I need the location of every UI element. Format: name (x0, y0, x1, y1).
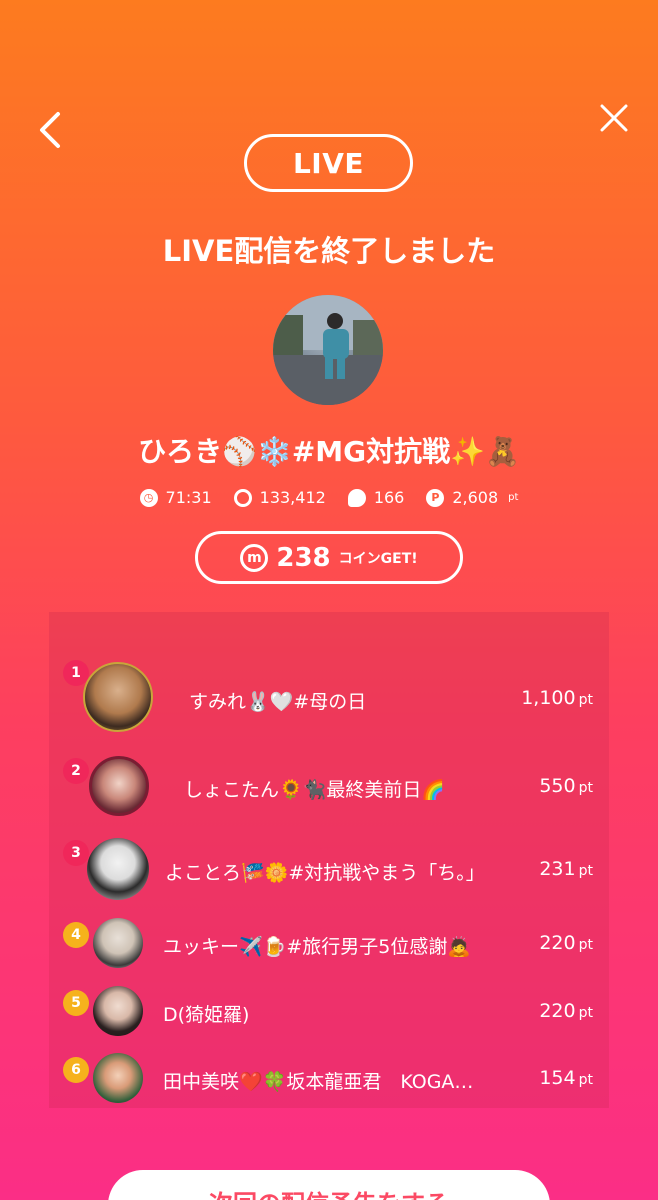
stat-duration: ◷ 71:31 (139, 488, 212, 507)
live-badge: LIVE (244, 134, 413, 192)
points-unit: pt (578, 1005, 593, 1021)
points-icon: P (426, 488, 445, 507)
user-avatar (93, 1053, 143, 1103)
chevron-left-icon (40, 112, 60, 148)
points-unit: pt (578, 692, 593, 708)
user-avatar (93, 918, 143, 968)
views-value: 133,412 (259, 488, 326, 507)
user-avatar (87, 838, 149, 900)
duration-value: 71:31 (165, 488, 212, 507)
schedule-next-broadcast-button[interactable]: 次回の配信予告をする (108, 1170, 550, 1200)
points-unit: pt (578, 780, 593, 796)
close-button[interactable] (592, 96, 636, 140)
ranking-list: 1 すみれ🐰🤍#母の日 1,100 pt 2 しょこたん🌻🐈‍⬛最終美前日🌈 55… (49, 612, 609, 1108)
ranking-row-1[interactable]: 1 すみれ🐰🤍#母の日 1,100 pt (49, 660, 609, 740)
stat-comments: 166 (347, 488, 405, 507)
points-value: 2,608 (452, 488, 499, 507)
points-number: 154 (539, 1067, 576, 1089)
broadcaster-avatar[interactable] (273, 295, 383, 405)
user-name: ユッキー✈️🍺#旅行男子5位感謝🙇 (163, 936, 471, 958)
ranking-row-2[interactable]: 2 しょこたん🌻🐈‍⬛最終美前日🌈 550 pt (49, 756, 609, 836)
points-number: 550 (539, 775, 576, 797)
clock-icon: ◷ (139, 488, 158, 507)
user-points: 1,100 pt (521, 687, 593, 709)
stat-views: 133,412 (233, 488, 326, 507)
coin-count: 238 (276, 542, 331, 573)
rank-badge: 6 (63, 1057, 89, 1083)
ranking-row-3[interactable]: 3 よことろ🎏🌼#対抗戦やまう「ち。」 231 pt (49, 838, 609, 918)
points-unit: pt (578, 1072, 593, 1088)
user-avatar (83, 662, 153, 732)
rank-badge: 3 (63, 840, 89, 866)
rank-badge: 2 (63, 758, 89, 784)
points-number: 1,100 (521, 687, 576, 709)
live-label: LIVE (292, 146, 365, 180)
ranking-row-6[interactable]: 6 田中美咲❤️🍀坂本龍亜君 KOGA… 154 pt (49, 1053, 609, 1133)
user-name: よことろ🎏🌼#対抗戦やまう「ち。」 (165, 862, 485, 884)
points-unit: pt (578, 863, 593, 879)
coin-badge: m 238 コインGET! (195, 531, 463, 584)
points-number: 231 (539, 858, 576, 880)
stats-bar: ◷ 71:31 133,412 166 P 2,608 pt (0, 488, 658, 507)
points-unit: pt (578, 937, 593, 953)
eye-icon (233, 488, 252, 507)
user-name: すみれ🐰🤍#母の日 (189, 691, 367, 713)
back-button[interactable] (30, 108, 70, 152)
user-name: 田中美咲❤️🍀坂本龍亜君 KOGA… (163, 1071, 474, 1093)
close-icon (600, 104, 628, 132)
user-points: 550 pt (539, 775, 593, 797)
comment-icon (347, 488, 366, 507)
user-avatar (89, 756, 149, 816)
points-number: 220 (539, 1000, 576, 1022)
user-name: D(猗姫羅) (163, 1004, 250, 1026)
avatar-photo (273, 295, 383, 405)
broadcaster-name: ひろき⚾❄️#MG対抗戦✨🧸 (138, 435, 520, 468)
points-number: 220 (539, 932, 576, 954)
user-points: 220 pt (539, 1000, 593, 1022)
coin-icon: m (240, 543, 269, 572)
points-unit: pt (508, 492, 519, 503)
user-points: 231 pt (539, 858, 593, 880)
stat-points: P 2,608 pt (426, 488, 518, 507)
comments-value: 166 (373, 488, 405, 507)
page-title: LIVE配信を終了しました (162, 234, 496, 268)
user-name: しょこたん🌻🐈‍⬛最終美前日🌈 (184, 779, 445, 801)
rank-badge: 5 (63, 990, 89, 1016)
user-points: 220 pt (539, 932, 593, 954)
coin-label: コインGET! (338, 550, 418, 567)
rank-badge: 4 (63, 922, 89, 948)
user-avatar (93, 986, 143, 1036)
user-points: 154 pt (539, 1067, 593, 1089)
